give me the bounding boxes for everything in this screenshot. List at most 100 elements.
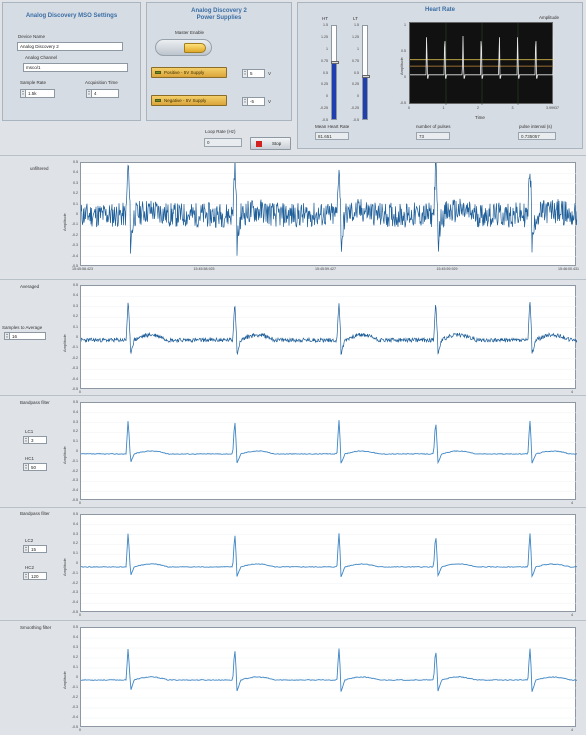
y-tick-label: 0.25 bbox=[321, 82, 328, 87]
negative-unit: V bbox=[268, 99, 272, 104]
y-tick-label: -0.5 bbox=[71, 498, 78, 502]
hc1-spinner[interactable]: ▴ ▾ bbox=[24, 464, 29, 470]
samples-to-average-label: Samples to Average bbox=[2, 325, 43, 330]
negative-voltage-control[interactable]: ▴ ▾ -5 bbox=[242, 97, 265, 106]
samples-to-average-value: 16 bbox=[12, 334, 18, 339]
y-tick-label: -0.3 bbox=[71, 705, 78, 709]
x-tick-label: 0 bbox=[79, 501, 81, 505]
y-tick-label: -0.5 bbox=[352, 118, 359, 122]
hc2-spinner[interactable]: ▴ ▾ bbox=[24, 573, 29, 579]
y-tick-label: -0.2 bbox=[71, 468, 78, 473]
analog-channel-field[interactable]: msco/1 bbox=[23, 63, 128, 72]
x-tick-label: 0 bbox=[79, 390, 81, 394]
loop-rate-readout: 0 bbox=[204, 138, 242, 147]
loop-rate-label: Loop Rate (Hz) bbox=[205, 129, 236, 134]
samples-to-average-spinner[interactable]: ▴ ▾ bbox=[5, 333, 10, 339]
hc1-label: HC1 bbox=[25, 456, 35, 461]
lt-slider-thumb[interactable] bbox=[362, 75, 370, 79]
ht-slider-thumb[interactable] bbox=[331, 61, 339, 64]
sample-rate-spinner[interactable]: ▴ ▾ bbox=[21, 90, 26, 97]
y-tick-label: -0.2 bbox=[71, 232, 78, 237]
y-tick-label: 0.4 bbox=[73, 170, 78, 175]
x-tick-label: 0 bbox=[408, 106, 410, 110]
x-tick-label: 15:45:58.925 bbox=[193, 267, 215, 271]
positive-voltage-spinner[interactable]: ▴ ▾ bbox=[243, 70, 248, 77]
y-tick-label: 0.5 bbox=[73, 625, 78, 629]
y-tick-label: -0.3 bbox=[71, 478, 78, 483]
y-tick-label: -0.3 bbox=[71, 366, 78, 371]
sample-rate-label: Sample Rate bbox=[20, 80, 47, 85]
y-tick-label: 0 bbox=[404, 75, 406, 79]
x-tick-label: 3 bbox=[511, 106, 514, 110]
y-tick-label: 0.75 bbox=[321, 58, 328, 63]
y-tick-label: 0.1 bbox=[73, 201, 78, 206]
lc1-control[interactable]: ▴ ▾ 3 bbox=[23, 436, 47, 444]
unfiltered-plot[interactable] bbox=[80, 162, 577, 266]
stop-label: Stop bbox=[272, 141, 282, 146]
hc1-control[interactable]: ▴ ▾ 50 bbox=[23, 463, 47, 471]
device-name-field[interactable]: Analog Discovery 2 bbox=[17, 42, 123, 51]
bandpass1-svg bbox=[81, 412, 577, 492]
lc2-label: LC2 bbox=[25, 538, 34, 543]
master-enable-toggle[interactable] bbox=[155, 39, 212, 56]
lc1-value: 3 bbox=[31, 438, 34, 443]
x-tick-label: 15:45:59.929 bbox=[436, 267, 458, 271]
y-tick-label: 1.5 bbox=[323, 23, 328, 27]
smoothing-svg bbox=[81, 637, 577, 719]
pulse-interval-readout: 0.735057 bbox=[518, 132, 556, 140]
x-tick-label: 0 bbox=[79, 613, 81, 617]
averaged-svg bbox=[81, 296, 577, 380]
y-tick-label: -0.1 bbox=[71, 570, 78, 575]
heart-rate-panel: Heart Rate HT 1.5 1.25 1 0.75 0.5 0.25 0 -0.25 -… bbox=[297, 2, 583, 149]
ht-slider[interactable] bbox=[331, 25, 339, 120]
sample-rate-control[interactable]: ▴ ▾ 1.5k bbox=[20, 89, 55, 98]
y-tick-label: 0.2 bbox=[73, 541, 78, 546]
waveform-trace bbox=[81, 163, 577, 256]
y-tick-label: 0.1 bbox=[73, 551, 78, 556]
acquisition-time-control[interactable]: ▴ ▾ 4 bbox=[86, 89, 119, 98]
ht-label: HT bbox=[322, 16, 328, 21]
acquisition-time-value: 4 bbox=[94, 91, 97, 96]
lc2-control[interactable]: ▴ ▾ 15 bbox=[23, 545, 47, 553]
y-tick-label: 0.3 bbox=[73, 419, 78, 424]
y-tick-label: -0.2 bbox=[71, 355, 78, 360]
averaged-plot[interactable] bbox=[80, 285, 577, 389]
smoothing-plot[interactable] bbox=[80, 627, 577, 727]
number-of-pulses-label: number of pulses bbox=[416, 124, 451, 129]
positive-voltage-control[interactable]: ▴ ▾ 5 bbox=[242, 69, 265, 78]
hc2-control[interactable]: ▴ ▾ 120 bbox=[23, 572, 47, 580]
positive-supply-label: Positive - 5V Supply bbox=[164, 70, 205, 75]
bandpass2-plot[interactable] bbox=[80, 514, 577, 612]
bandpass1-plot[interactable] bbox=[80, 402, 577, 500]
smoothing-title: Smoothing filter bbox=[20, 625, 52, 630]
lc2-value: 15 bbox=[31, 547, 37, 552]
y-tick-label: 0.1 bbox=[73, 665, 78, 669]
lt-slider[interactable] bbox=[362, 25, 370, 120]
x-tick-label: 15:45:58.423 bbox=[72, 267, 93, 271]
mso-settings-panel: Analog Discovery MSO Settings Device Nam… bbox=[2, 2, 141, 121]
averaged-section: Averaged Samples to Average ▴ ▾ 16 Amplit… bbox=[0, 279, 586, 394]
y-tick-label: 0.5 bbox=[73, 283, 78, 287]
sample-rate-value: 1.5k bbox=[28, 91, 37, 96]
y-tick-label: -0.25 bbox=[350, 106, 359, 111]
bandpass1-title: Bandpass filter bbox=[20, 400, 50, 405]
negative-supply-button[interactable]: Negative - 5V Supply bbox=[151, 95, 227, 106]
y-tick-label: 0.2 bbox=[73, 314, 78, 319]
negative-voltage-spinner[interactable]: ▴ ▾ bbox=[243, 98, 248, 105]
lc1-spinner[interactable]: ▴ ▾ bbox=[24, 437, 29, 443]
y-tick-label: 0.4 bbox=[73, 293, 78, 298]
x-tick-label: 0 bbox=[79, 728, 81, 732]
mean-heart-rate-readout: 81.651 bbox=[315, 132, 349, 140]
waveform-trace bbox=[81, 533, 577, 578]
samples-to-average-control[interactable]: ▴ ▾ 16 bbox=[4, 332, 46, 340]
lc2-spinner[interactable]: ▴ ▾ bbox=[24, 546, 29, 552]
y-tick-label: -0.4 bbox=[71, 376, 78, 381]
y-tick-label: 0 bbox=[76, 449, 78, 453]
x-tick-label: 2 bbox=[477, 106, 479, 110]
x-tick-label: 4 bbox=[571, 613, 573, 617]
stop-button[interactable]: Stop bbox=[250, 137, 291, 150]
positive-supply-button[interactable]: Positive - 5V Supply bbox=[151, 67, 227, 78]
positive-unit: V bbox=[268, 71, 272, 76]
ht-slider-fill bbox=[332, 62, 336, 119]
acquisition-time-spinner[interactable]: ▴ ▾ bbox=[87, 90, 92, 97]
